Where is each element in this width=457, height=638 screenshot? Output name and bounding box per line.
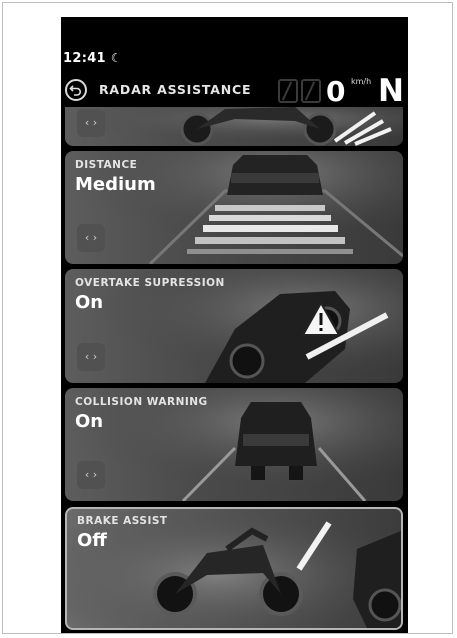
value-stepper[interactable]: ‹ › bbox=[77, 109, 105, 137]
speed-readout: 0 bbox=[326, 75, 346, 108]
value-stepper[interactable]: ‹ › bbox=[77, 224, 105, 252]
header: RADAR ASSISTANCE 0 km/h N bbox=[61, 73, 408, 109]
clock: 12:41 bbox=[63, 51, 106, 66]
motorcycle-image bbox=[65, 107, 403, 146]
setting-value: Off bbox=[77, 530, 107, 551]
page-title: RADAR ASSISTANCE bbox=[99, 82, 252, 97]
back-button[interactable] bbox=[65, 79, 87, 101]
speed-digit-placeholder bbox=[301, 79, 321, 103]
setting-label: DISTANCE bbox=[75, 159, 138, 171]
setting-label: COLLISION WARNING bbox=[75, 396, 208, 408]
setting-card-distance[interactable]: DISTANCE Medium ‹ › bbox=[65, 151, 403, 264]
speed-digit-placeholder bbox=[278, 79, 298, 103]
setting-value: Medium bbox=[75, 174, 156, 195]
back-arrow-icon bbox=[69, 85, 81, 96]
setting-value: On bbox=[75, 411, 104, 432]
setting-card-overtake-supression[interactable]: OVERTAKE SUPRESSION On ‹ › bbox=[65, 269, 403, 383]
status-bar: 12:41 ☾ bbox=[63, 51, 122, 66]
setting-label: BRAKE ASSIST bbox=[77, 515, 168, 527]
setting-label: OVERTAKE SUPRESSION bbox=[75, 277, 225, 289]
value-stepper[interactable]: ‹ › bbox=[77, 461, 105, 489]
setting-card-top[interactable]: ‹ › bbox=[65, 107, 403, 146]
setting-card-brake-assist[interactable]: BRAKE ASSIST Off bbox=[65, 507, 403, 630]
device-screen: 12:41 ☾ RADAR ASSISTANCE 0 km/h N ‹ › DI… bbox=[61, 17, 408, 633]
setting-card-collision-warning[interactable]: COLLISION WARNING On ‹ › bbox=[65, 388, 403, 501]
gear-indicator: N bbox=[378, 73, 404, 109]
value-stepper[interactable]: ‹ › bbox=[77, 343, 105, 371]
moon-icon: ☾ bbox=[110, 51, 122, 65]
setting-value: On bbox=[75, 292, 104, 313]
speed-unit: km/h bbox=[351, 77, 372, 86]
